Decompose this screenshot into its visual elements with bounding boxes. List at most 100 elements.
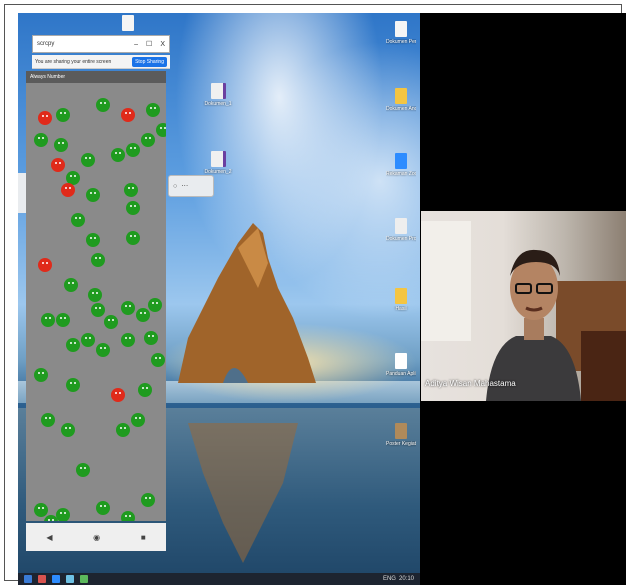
green-ball[interactable] [71,213,85,227]
green-ball[interactable] [116,423,130,437]
folder-icon [395,88,407,104]
green-ball[interactable] [126,143,140,157]
edge-icon[interactable] [52,575,60,583]
desktop-icon[interactable]: Dokumen Pengguna [386,21,416,45]
green-ball[interactable] [54,138,68,152]
green-ball[interactable] [144,331,158,345]
maximize-button[interactable]: ☐ [146,40,152,48]
window-edge [18,173,26,213]
green-ball[interactable] [81,333,95,347]
stop-sharing-button[interactable]: Stop Sharing [132,56,167,67]
desktop-icon[interactable]: Dokumen_2 [203,151,233,175]
green-ball[interactable] [61,423,75,437]
green-ball[interactable] [81,153,95,167]
green-ball[interactable] [56,108,70,122]
folder-icon [395,288,407,304]
green-ball[interactable] [88,288,102,302]
participant-name: Aditya Wisan Mahastama [425,379,516,388]
green-ball[interactable] [126,201,140,215]
green-ball[interactable] [91,253,105,267]
red-ball[interactable] [38,111,52,125]
scrcpy-window-titlebar[interactable]: scrcpy – ☐ X [32,35,170,53]
browser-tab-strip[interactable]: ○ ⋯ [168,175,214,197]
green-ball[interactable] [104,315,118,329]
green-ball[interactable] [34,133,48,147]
green-ball[interactable] [96,343,110,357]
home-button[interactable]: ◉ [93,533,100,542]
green-ball[interactable] [56,313,70,327]
green-ball[interactable] [111,148,125,162]
green-ball[interactable] [141,133,155,147]
background-window [421,221,471,341]
green-ball[interactable] [121,333,135,347]
recent-apps-button[interactable]: ■ [141,533,146,542]
more-icon[interactable]: ⋯ [181,182,188,190]
game-canvas[interactable]: Always Number [26,71,166,521]
desktop-icon[interactable]: Rekaman Zoom [386,153,416,177]
green-ball[interactable] [136,308,150,322]
close-button[interactable]: X [160,41,165,48]
system-tray: ENG 20:10 [383,576,420,582]
participant-video [486,249,581,401]
green-ball[interactable] [121,301,135,315]
desktop-icon[interactable]: Dokumen Anda [386,88,416,112]
document-icon [210,83,226,99]
red-ball[interactable] [111,388,125,402]
file-icon [395,21,407,37]
red-ball[interactable] [121,108,135,122]
share-message: You are sharing your entire screen [35,58,112,65]
start-icon[interactable] [24,575,32,583]
document-icon [395,218,407,234]
green-ball[interactable] [66,378,80,392]
red-ball[interactable] [38,258,52,272]
green-ball[interactable] [124,183,138,197]
green-ball[interactable] [96,501,110,515]
desktop-wallpaper: Dokumen Pengguna Dokumen Anda Rekaman Zo… [18,13,420,573]
green-ball[interactable] [156,123,166,137]
window-title: scrcpy [37,41,55,47]
green-ball[interactable] [86,233,100,247]
green-ball[interactable] [96,98,110,112]
app-icon[interactable] [80,575,88,583]
desktop-icon[interactable]: Dokumen Program [386,218,416,242]
webcam-tile: Aditya Wisan Mahastama [421,211,626,401]
minimize-button[interactable]: – [134,41,138,48]
green-ball[interactable] [64,278,78,292]
green-ball[interactable] [131,413,145,427]
desktop-icon[interactable]: Poster Kegiatan [386,423,416,447]
green-ball[interactable] [141,493,155,507]
desktop-icon[interactable]: Panduan Aplikasi [386,353,416,377]
back-button[interactable]: ◀ [46,533,52,542]
green-ball[interactable] [126,231,140,245]
green-ball[interactable] [148,298,162,312]
green-ball[interactable] [34,368,48,382]
desktop-icon[interactable]: Dokumen_1 [203,83,233,107]
search-icon[interactable] [38,575,46,583]
green-ball[interactable] [121,511,135,521]
file-icon [122,15,134,31]
green-ball[interactable] [76,463,90,477]
file-icon [395,353,407,369]
green-ball[interactable] [151,353,165,367]
background-chair [581,331,626,401]
game-header: Always Number [26,71,166,83]
red-ball[interactable] [51,158,65,172]
green-ball[interactable] [86,188,100,202]
green-ball[interactable] [146,103,160,117]
zoom-icon [395,153,407,169]
desktop-icon[interactable] [113,15,143,31]
green-ball[interactable] [41,313,55,327]
language-indicator[interactable]: ENG [383,576,396,582]
green-ball[interactable] [56,508,70,521]
green-ball[interactable] [34,503,48,517]
image-icon [395,423,407,439]
green-ball[interactable] [66,338,80,352]
green-ball[interactable] [138,383,152,397]
clock[interactable]: 20:10 [399,576,414,582]
circle-icon: ○ [173,182,178,190]
green-ball[interactable] [41,413,55,427]
red-ball[interactable] [61,183,75,197]
green-ball[interactable] [91,303,105,317]
mail-icon[interactable] [66,575,74,583]
desktop-icon[interactable]: Hasil [386,288,416,312]
